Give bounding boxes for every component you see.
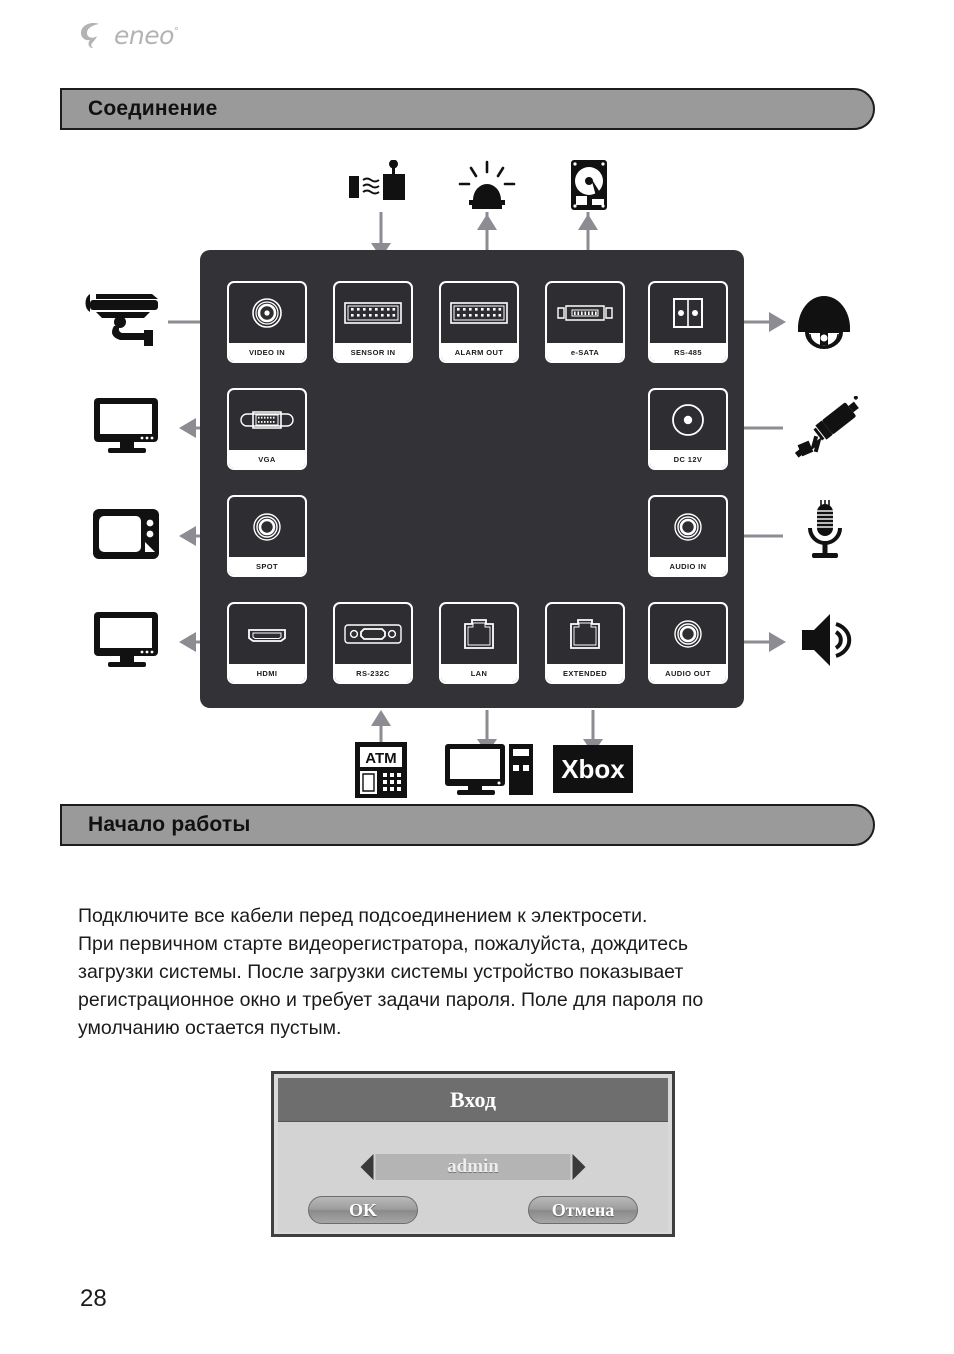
section-title: Соединение	[88, 97, 218, 120]
port-label: SPOT	[229, 557, 305, 575]
crt-monitor-icon	[90, 504, 166, 569]
port-rs485[interactable]: RS-485	[648, 281, 728, 363]
port-label: AUDIO OUT	[650, 664, 726, 682]
rj45-connector-icon	[547, 604, 623, 664]
instruction-line-1: Подключите все кабели перед подсоединени…	[78, 905, 648, 927]
instruction-line-5: умолчанию остается пустым.	[78, 1017, 342, 1039]
device-hard-disk	[565, 158, 613, 219]
login-dialog-title: Вход	[278, 1078, 668, 1122]
atm-machine-icon: ATM	[353, 740, 409, 805]
db9-connector-icon	[335, 604, 411, 664]
device-monitor-hdmi	[90, 610, 166, 675]
hard-disk-drive-icon	[565, 158, 613, 219]
device-speaker	[796, 612, 862, 672]
port-esata[interactable]: e-SATA	[545, 281, 625, 363]
port-label: e-SATA	[547, 343, 623, 361]
instruction-line-3: загрузки системы. После загрузки системы…	[78, 961, 684, 983]
login-dialog: Вход admin OK Отмена	[271, 1071, 675, 1237]
port-spot[interactable]: SPOT	[227, 495, 307, 577]
rs485-terminal-icon	[650, 283, 726, 343]
vga-connector-icon	[229, 390, 305, 450]
port-rs232c[interactable]: RS-232C	[333, 602, 413, 684]
instruction-line-2: При первичном старте видеорегистратора, …	[78, 933, 689, 955]
port-hdmi[interactable]: HDMI	[227, 602, 307, 684]
instruction-line-4: регистрационное окно и требует задачи па…	[78, 989, 704, 1011]
rear-panel-connection-diagram: VIDEO IN SENSOR IN ALARM OUT e-SATA RS-4…	[0, 150, 954, 800]
ok-button[interactable]: OK	[308, 1196, 418, 1224]
motion-sensor-icon	[345, 159, 417, 217]
device-monitor-vga	[90, 396, 166, 461]
dc-jack-icon	[650, 390, 726, 450]
port-label: RS-485	[650, 343, 726, 361]
device-xbox: Xbox	[553, 745, 633, 793]
device-motion-sensor	[345, 159, 417, 217]
rca-jack-icon	[650, 604, 726, 664]
instructions-paragraph: Подключите все кабели перед подсоединени…	[78, 902, 878, 1042]
device-ptz-camera	[792, 290, 856, 356]
device-spot-monitor	[90, 506, 166, 566]
port-sensor-in[interactable]: SENSOR IN	[333, 281, 413, 363]
hdmi-connector-icon	[229, 604, 305, 664]
xbox-console-icon: Xbox	[561, 753, 625, 784]
section-title: Начало работы	[88, 813, 251, 836]
port-video-in[interactable]: VIDEO IN	[227, 281, 307, 363]
brand-name: eneo°	[114, 20, 179, 50]
rca-jack-icon	[229, 497, 305, 557]
username-field[interactable]: admin	[375, 1154, 571, 1180]
device-power-adapter	[783, 395, 873, 463]
cancel-button[interactable]: Отмена	[528, 1196, 638, 1224]
port-vga[interactable]: VGA	[227, 388, 307, 470]
microphone-icon	[800, 499, 850, 571]
port-label: VGA	[229, 450, 305, 468]
port-label: HDMI	[229, 664, 305, 682]
login-dialog-body: admin OK Отмена	[278, 1122, 668, 1232]
port-alarm-out[interactable]: ALARM OUT	[439, 281, 519, 363]
speaker-icon	[796, 610, 862, 675]
svg-text:ATM: ATM	[365, 750, 396, 767]
port-label: VIDEO IN	[229, 343, 305, 361]
port-label: ALARM OUT	[441, 343, 517, 361]
device-alarm-siren	[455, 160, 519, 217]
rj45-connector-icon	[441, 604, 517, 664]
device-microphone	[800, 499, 850, 571]
port-audio-out[interactable]: AUDIO OUT	[648, 602, 728, 684]
terminal-block-icon	[441, 283, 517, 343]
section-header-connection: Соединение	[60, 88, 875, 130]
port-label: RS-232C	[335, 664, 411, 682]
lcd-monitor-icon	[90, 396, 166, 461]
port-label: EXTENDED	[547, 664, 623, 682]
lcd-monitor-icon	[90, 610, 166, 675]
user-spinner[interactable]: admin	[360, 1154, 586, 1180]
power-adapter-plug-icon	[783, 395, 873, 463]
port-label: SENSOR IN	[335, 343, 411, 361]
device-pc	[443, 742, 535, 803]
bnc-connector-icon	[229, 283, 305, 343]
brand-logo: eneo°	[78, 20, 179, 50]
desktop-computer-icon	[443, 742, 535, 803]
terminal-block-icon	[335, 283, 411, 343]
device-cctv-camera	[82, 288, 168, 358]
page-number: 28	[80, 1285, 107, 1312]
port-audio-in[interactable]: AUDIO IN	[648, 495, 728, 577]
ptz-dome-camera-icon	[792, 288, 856, 359]
eneo-swirl-logo-icon	[78, 20, 108, 50]
rca-jack-icon	[650, 497, 726, 557]
port-dc12v[interactable]: DC 12V	[648, 388, 728, 470]
port-label: LAN	[441, 664, 517, 682]
port-label: DC 12V	[650, 450, 726, 468]
triangle-right-icon[interactable]	[572, 1154, 586, 1180]
cctv-bullet-camera-icon	[82, 286, 168, 361]
port-label: AUDIO IN	[650, 557, 726, 575]
alarm-siren-icon	[455, 160, 519, 217]
triangle-left-icon[interactable]	[360, 1154, 374, 1180]
device-atm: ATM	[353, 740, 409, 805]
esata-connector-icon	[547, 283, 623, 343]
section-header-getting-started: Начало работы	[60, 804, 875, 846]
port-extended[interactable]: EXTENDED	[545, 602, 625, 684]
port-lan[interactable]: LAN	[439, 602, 519, 684]
